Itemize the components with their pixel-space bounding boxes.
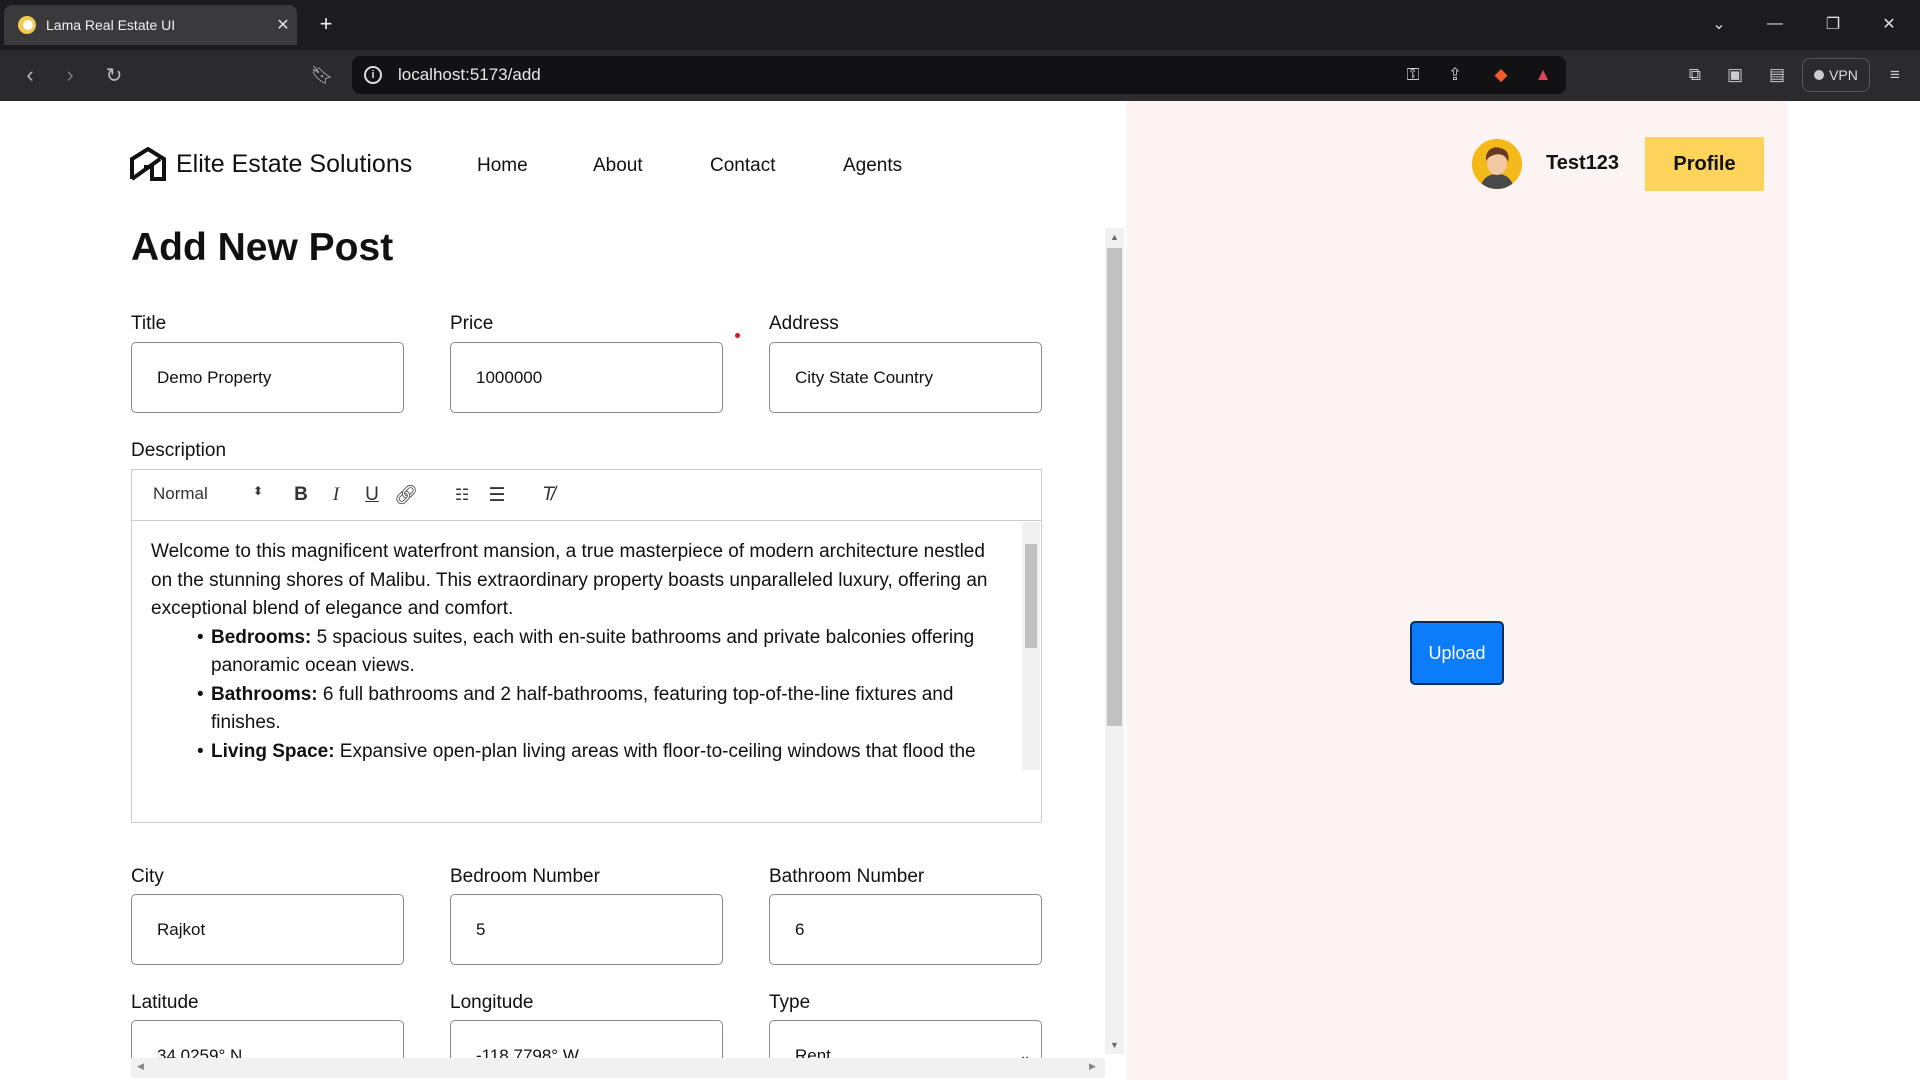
tab-favicon-icon <box>18 16 36 34</box>
scroll-up-icon[interactable]: ▲ <box>1105 228 1124 246</box>
browser-tab[interactable]: Lama Real Estate UI ✕ <box>4 5 297 45</box>
menu-icon[interactable]: ≡ <box>1880 60 1910 90</box>
address-input[interactable] <box>769 342 1042 413</box>
reload-icon[interactable]: ↻ <box>96 57 132 93</box>
editor-toolbar: Normal ⬍ B I U 🔗︎ ☷ ☰ T̸ <box>132 470 1041 521</box>
tab-title: Lama Real Estate UI <box>46 17 176 33</box>
chevron-down-icon: ⌄ <box>1019 1047 1031 1058</box>
horizontal-scrollbar[interactable]: ◀ ▶ <box>131 1058 1105 1078</box>
scroll-right-icon[interactable]: ▶ <box>1089 1061 1096 1072</box>
link-icon[interactable]: 🔗︎ <box>394 483 418 507</box>
scroll-left-icon[interactable]: ◀ <box>137 1061 144 1072</box>
browser-tab-bar: Lama Real Estate UI ✕ + ⌄ — ❐ ✕ <box>0 0 1920 50</box>
minimize-icon[interactable]: — <box>1752 0 1798 48</box>
longitude-label: Longitude <box>450 992 534 1013</box>
format-select-value: Normal <box>153 484 208 503</box>
vpn-button[interactable]: VPN <box>1802 58 1870 92</box>
tab-close-icon[interactable]: ✕ <box>269 15 297 35</box>
close-window-icon[interactable]: ✕ <box>1866 0 1912 48</box>
brave-rewards-icon[interactable]: ▲ <box>1528 60 1558 90</box>
bedroom-label: Bedroom Number <box>450 866 600 887</box>
vpn-status-icon <box>1814 70 1825 80</box>
bathroom-input[interactable] <box>769 894 1042 965</box>
nav-home[interactable]: Home <box>477 155 528 177</box>
vpn-label: VPN <box>1829 67 1858 83</box>
list-item: Bathrooms: 6 full bathrooms and 2 half-b… <box>197 681 1005 738</box>
address-bar[interactable]: i localhost:5173/add <box>352 56 1566 94</box>
bold-icon[interactable]: B <box>289 483 313 507</box>
format-select[interactable]: Normal ⬍ <box>153 484 263 508</box>
description-list: Bedrooms: 5 spacious suites, each with e… <box>197 624 1005 771</box>
brand-name: Elite Estate Solutions <box>176 149 413 178</box>
description-intro: Welcome to this magnificent waterfront m… <box>151 541 988 619</box>
editor-content[interactable]: Welcome to this magnificent waterfront m… <box>132 522 1023 770</box>
nav-about[interactable]: About <box>593 155 643 177</box>
nav-contact[interactable]: Contact <box>710 155 775 177</box>
upload-button[interactable]: Upload <box>1410 621 1504 685</box>
type-select[interactable]: Rent ⌄ <box>769 1020 1042 1058</box>
key-icon[interactable]: ⚿ <box>1398 60 1428 90</box>
editor-scrollbar[interactable] <box>1022 522 1040 770</box>
avatar-icon <box>1472 139 1522 189</box>
longitude-input[interactable] <box>450 1020 723 1058</box>
indicator-dot <box>735 333 740 338</box>
latitude-label: Latitude <box>131 992 199 1013</box>
clear-format-icon[interactable]: T̸ <box>536 483 560 507</box>
row-clip: Rent ⌄ <box>131 1020 1105 1058</box>
username: Test123 <box>1546 152 1620 174</box>
brave-shields-icon[interactable]: ◆ <box>1486 60 1516 90</box>
latitude-input[interactable] <box>131 1020 404 1058</box>
page-scrollbar[interactable]: ▲ ▼ <box>1105 228 1124 1054</box>
site-logo[interactable]: Elite Estate Solutions <box>130 147 412 181</box>
wallet-icon[interactable]: ▤ <box>1762 60 1792 90</box>
title-label: Title <box>131 313 167 334</box>
bullet-list-icon[interactable]: ☰ <box>485 483 509 507</box>
price-label: Price <box>450 313 494 334</box>
bedroom-input[interactable] <box>450 894 723 965</box>
scroll-down-icon[interactable]: ▼ <box>1105 1036 1124 1054</box>
description-editor: Normal ⬍ B I U 🔗︎ ☷ ☰ T̸ Welcome to this… <box>131 469 1042 823</box>
new-tab-button[interactable]: + <box>312 10 340 38</box>
underline-icon[interactable]: U <box>360 483 384 507</box>
title-input[interactable] <box>131 342 404 413</box>
extensions-icon[interactable]: ⧉ <box>1680 60 1710 90</box>
price-input[interactable] <box>450 342 723 413</box>
page-title: Add New Post <box>131 226 394 269</box>
back-icon[interactable]: ‹ <box>12 57 48 93</box>
list-item: Bedrooms: 5 spacious suites, each with e… <box>197 624 1005 681</box>
address-label: Address <box>769 313 839 334</box>
site-info-icon[interactable]: i <box>364 66 382 84</box>
description-label: Description <box>131 440 227 461</box>
ordered-list-icon[interactable]: ☷ <box>450 483 474 507</box>
type-label: Type <box>769 992 811 1013</box>
forward-icon[interactable]: › <box>52 57 88 93</box>
select-arrows-icon: ⬍ <box>252 484 263 498</box>
nav-agents[interactable]: Agents <box>843 155 902 177</box>
logo-icon <box>130 147 166 181</box>
url-text: localhost:5173/add <box>398 65 541 84</box>
list-item: Living Space: Expansive open-plan living… <box>197 738 1005 771</box>
page-scroll-thumb[interactable] <box>1107 248 1122 726</box>
editor-scroll-thumb[interactable] <box>1025 544 1037 648</box>
bathroom-label: Bathroom Number <box>769 866 925 887</box>
restore-icon[interactable]: ❐ <box>1810 0 1856 48</box>
tab-search-icon[interactable]: ⌄ <box>1696 0 1742 48</box>
sidebar-icon[interactable]: ▣ <box>1720 60 1750 90</box>
bookmark-icon[interactable]: 🔖︎ <box>304 57 340 93</box>
city-label: City <box>131 866 164 887</box>
right-panel <box>1126 101 1788 1080</box>
city-input[interactable] <box>131 894 404 965</box>
avatar[interactable] <box>1472 139 1522 189</box>
italic-icon[interactable]: I <box>324 483 348 507</box>
type-select-value: Rent <box>795 1045 831 1059</box>
share-icon[interactable]: ⇪ <box>1440 60 1470 90</box>
profile-button[interactable]: Profile <box>1645 137 1764 191</box>
